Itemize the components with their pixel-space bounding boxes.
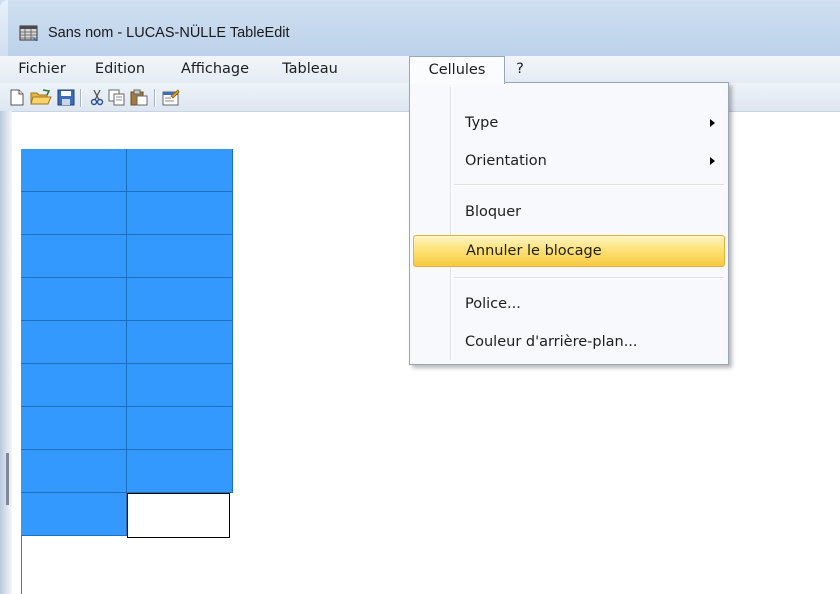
menu-item-couleur-arriere-plan[interactable]: Couleur d'arrière-plan... — [413, 326, 725, 358]
table-cell[interactable] — [127, 450, 233, 493]
table-cell[interactable] — [127, 407, 233, 450]
table-cell[interactable] — [127, 149, 233, 192]
table-cell[interactable] — [21, 407, 127, 450]
table-cell[interactable] — [21, 278, 127, 321]
toolbar-separator — [154, 89, 155, 107]
table-cell[interactable] — [21, 450, 127, 493]
menu-cellules[interactable]: Cellules — [409, 56, 505, 84]
menu-separator — [454, 277, 724, 278]
properties-icon[interactable] — [162, 89, 180, 106]
menu-affichage[interactable]: Affichage — [166, 56, 264, 83]
table-cell[interactable] — [21, 149, 127, 192]
submenu-arrow-icon — [710, 157, 715, 165]
menu-item-annuler-blocage[interactable]: Annuler le blocage — [413, 235, 725, 267]
menu-item-label: Couleur d'arrière-plan... — [465, 334, 638, 350]
save-icon[interactable] — [57, 89, 75, 106]
table-cell[interactable] — [21, 364, 127, 407]
table-cell[interactable] — [127, 364, 233, 407]
menu-item-police[interactable]: Police... — [413, 288, 725, 320]
toolbar-separator — [80, 89, 81, 107]
menu-item-bloquer[interactable]: Bloquer — [413, 196, 725, 228]
menu-item-label: Annuler le blocage — [466, 243, 602, 259]
table-cell[interactable] — [21, 235, 127, 278]
menu-item-type[interactable]: Type — [413, 107, 725, 139]
table-cell[interactable] — [21, 493, 127, 536]
menu-item-label: Police... — [465, 296, 521, 312]
window-title: Sans nom - LUCAS-NÜLLE TableEdit — [48, 25, 290, 41]
window-corner — [0, 0, 8, 56]
table-cell[interactable] — [21, 321, 127, 364]
table-cell-unselected[interactable] — [127, 493, 230, 538]
menu-item-label: Type — [465, 115, 499, 131]
app-table-icon — [19, 25, 38, 41]
submenu-arrow-icon — [710, 119, 715, 127]
open-folder-icon[interactable] — [30, 89, 52, 106]
title-bar: Sans nom - LUCAS-NÜLLE TableEdit — [0, 0, 840, 56]
menu-item-label: Bloquer — [465, 204, 522, 220]
table-cell[interactable] — [127, 278, 233, 321]
paste-icon[interactable] — [130, 89, 148, 106]
new-icon[interactable] — [8, 89, 26, 106]
table-cell[interactable] — [127, 235, 233, 278]
menu-item-label: Orientation — [465, 153, 547, 169]
menu-help[interactable]: ? — [510, 56, 530, 83]
menu-bar: Fichier Edition Affichage Tableau Cellul… — [0, 56, 840, 84]
edge-marker — [6, 453, 9, 505]
menu-item-orientation[interactable]: Orientation — [413, 145, 725, 177]
menu-edition[interactable]: Edition — [80, 56, 160, 83]
copy-icon[interactable] — [108, 89, 126, 106]
window-left-edge — [0, 111, 12, 594]
menu-separator — [454, 184, 724, 185]
menu-fichier[interactable]: Fichier — [8, 56, 76, 83]
table-cell[interactable] — [21, 192, 127, 235]
menu-tableau[interactable]: Tableau — [270, 56, 350, 83]
cellules-dropdown-menu: Type Orientation Bloquer Annuler le bloc… — [409, 82, 729, 365]
table-cell[interactable] — [127, 321, 233, 364]
table-cell[interactable] — [127, 192, 233, 235]
cut-icon[interactable] — [88, 89, 106, 106]
